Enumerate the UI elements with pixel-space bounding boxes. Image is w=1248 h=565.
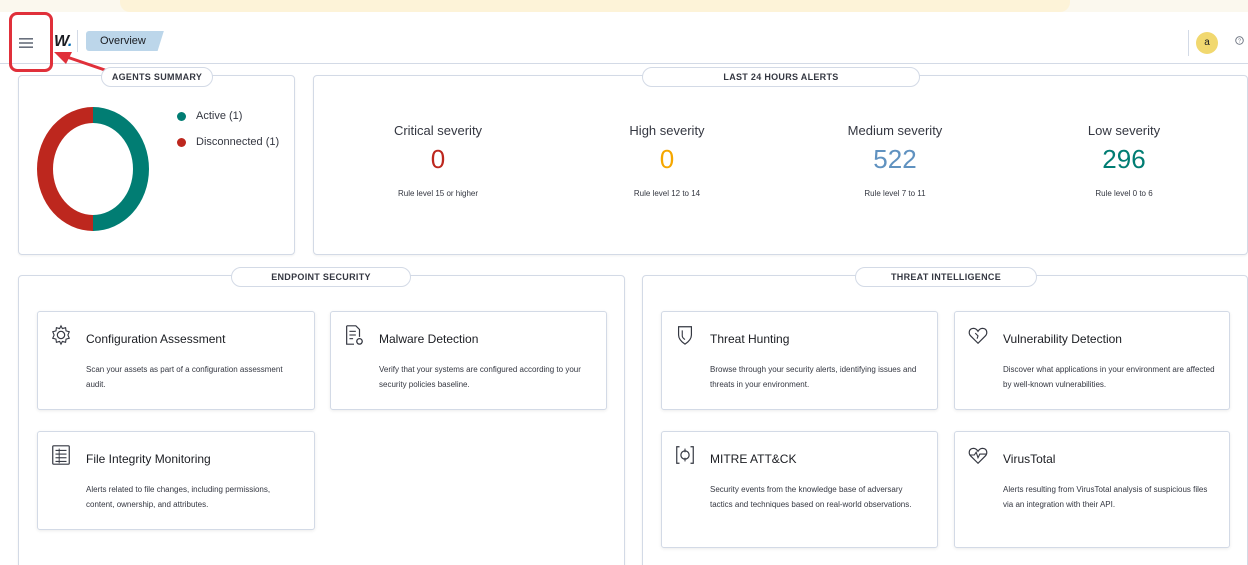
card-description: Discover what applications in your envir… [1003, 365, 1215, 389]
legend-active-label: Active (1) [196, 110, 243, 122]
card-title: MITRE ATT&CK [710, 452, 797, 466]
medium-severity[interactable]: Medium severity 522 Rule level 7 to 11 [795, 123, 995, 198]
gear-icon [51, 324, 71, 346]
low-severity[interactable]: Low severity 296 Rule level 0 to 6 [1024, 123, 1224, 198]
disconnected-dot [177, 137, 186, 147]
card-mitre-attack[interactable]: MITRE ATT&CK Security events from the kn… [661, 431, 938, 548]
card-malware-detection[interactable]: Malware Detection Verify that your syste… [330, 311, 607, 410]
file-list-icon [52, 445, 70, 465]
heart-icon [968, 327, 988, 345]
critical-value[interactable]: 0 [338, 144, 538, 175]
document-gear-icon [346, 325, 363, 345]
highlight-annotation-box [9, 12, 53, 72]
legend-active[interactable]: Active (1) [177, 110, 242, 122]
medium-label: Medium severity [847, 123, 943, 138]
card-vulnerability-detection[interactable]: Vulnerability Detection Discover what ap… [954, 311, 1230, 410]
active-dot [177, 111, 186, 121]
donut-disconnected-segment [37, 107, 93, 231]
card-title: Configuration Assessment [86, 332, 226, 346]
shield-icon [677, 326, 693, 345]
low-note: Rule level 0 to 6 [1095, 189, 1153, 198]
endpoint-security-panel: ENDPOINT SECURITY Configuration Assessme… [18, 267, 625, 565]
card-virustotal[interactable]: VirusTotal Alerts resulting from VirusTo… [954, 431, 1230, 548]
svg-text:?: ? [1238, 39, 1241, 45]
agents-summary-panel: AGENTS SUMMARY Active (1) Disconnected (… [18, 67, 295, 255]
user-avatar[interactable]: a [1196, 32, 1218, 54]
medium-note: Rule level 7 to 11 [864, 189, 926, 198]
critical-severity[interactable]: Critical severity 0 Rule level 15 or hig… [338, 123, 538, 198]
notice-bar [120, 0, 1070, 12]
card-configuration-assessment[interactable]: Configuration Assessment Scan your asset… [37, 311, 315, 410]
medium-value[interactable]: 522 [795, 144, 995, 175]
critical-note: Rule level 15 or higher [397, 189, 479, 198]
high-note: Rule level 12 to 14 [633, 189, 701, 198]
threat-intelligence-title: THREAT INTELLIGENCE [855, 267, 1037, 287]
heart-pulse-icon [968, 447, 988, 465]
card-description: Browse through your security alerts, ide… [710, 365, 917, 389]
card-description: Verify that your systems are configured … [379, 365, 581, 389]
high-severity[interactable]: High severity 0 Rule level 12 to 14 [567, 123, 767, 198]
card-title: Vulnerability Detection [1003, 332, 1122, 346]
card-description: Security events from the knowledge base … [710, 485, 912, 509]
card-description: Alerts resulting from VirusTotal analysi… [1003, 485, 1208, 509]
donut-active-segment [93, 107, 149, 231]
legend-disconnected-label: Disconnected (1) [196, 136, 280, 148]
card-title: VirusTotal [1003, 452, 1056, 466]
high-label: High severity [629, 123, 705, 138]
avatar-divider [1188, 30, 1189, 56]
card-description: Scan your assets as part of a configurat… [86, 365, 283, 389]
target-icon [676, 446, 694, 464]
help-icon[interactable]: ? [1235, 36, 1244, 48]
agents-summary-title: AGENTS SUMMARY [101, 67, 213, 87]
endpoint-security-title: ENDPOINT SECURITY [231, 267, 411, 287]
threat-intelligence-panel: THREAT INTELLIGENCE Threat Hunting Brows… [642, 267, 1248, 565]
card-title: Malware Detection [379, 332, 479, 346]
legend-disconnected[interactable]: Disconnected (1) [177, 136, 279, 148]
low-value[interactable]: 296 [1024, 144, 1224, 175]
high-value[interactable]: 0 [567, 144, 767, 175]
card-threat-hunting[interactable]: Threat Hunting Browse through your secur… [661, 311, 938, 410]
card-description: Alerts related to file changes, includin… [86, 485, 271, 509]
card-title: Threat Hunting [710, 332, 790, 346]
low-label: Low severity [1087, 123, 1161, 138]
card-title: File Integrity Monitoring [86, 452, 211, 466]
critical-label: Critical severity [393, 123, 483, 138]
alerts-panel: LAST 24 HOURS ALERTS Critical severity 0… [313, 67, 1248, 255]
app-header [0, 22, 1248, 64]
card-file-integrity-monitoring[interactable]: File Integrity Monitoring Alerts related… [37, 431, 315, 530]
agents-donut-chart [37, 107, 149, 231]
alerts-title: LAST 24 HOURS ALERTS [642, 67, 920, 87]
